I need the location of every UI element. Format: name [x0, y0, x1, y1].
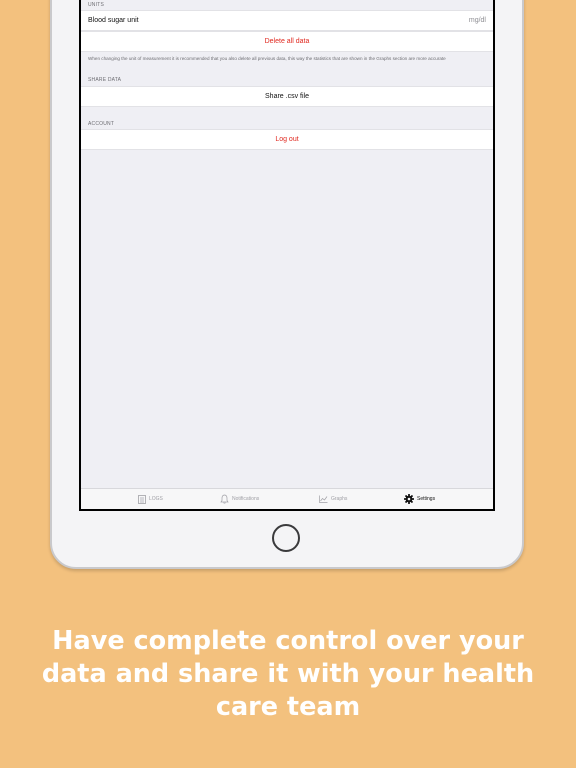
units-section-header: UNITS: [88, 2, 104, 8]
share-csv-button[interactable]: Share .csv file: [81, 86, 493, 107]
blood-sugar-unit-label: Blood sugar unit: [88, 17, 139, 24]
tab-settings[interactable]: Settings: [404, 494, 435, 504]
tab-graphs[interactable]: Graphs: [319, 494, 347, 504]
promo-caption: Have complete control over your data and…: [41, 626, 535, 722]
tab-logs-label: LOGS: [149, 496, 163, 502]
tab-logs[interactable]: LOGS: [138, 494, 163, 504]
tab-bar: LOGS Notifications Graphs Settings: [81, 488, 493, 509]
bell-icon: [220, 494, 229, 504]
units-footnote: When changing the unit of measurement it…: [88, 56, 446, 61]
log-out-button[interactable]: Log out: [81, 129, 493, 150]
blood-sugar-unit-row[interactable]: Blood sugar unit mg/dl: [81, 10, 493, 31]
gear-icon: [404, 494, 414, 504]
blood-sugar-unit-value: mg/dl: [468, 17, 486, 24]
logs-icon: [138, 494, 146, 504]
delete-all-data-button[interactable]: Delete all data: [81, 31, 493, 52]
tablet-screen: UNITS Blood sugar unit mg/dl Delete all …: [79, 0, 495, 511]
tab-graphs-label: Graphs: [331, 496, 348, 502]
account-section-header: ACCOUNT: [88, 121, 115, 127]
settings-screen: UNITS Blood sugar unit mg/dl Delete all …: [81, 0, 493, 509]
delete-all-data-label: Delete all data: [264, 38, 310, 45]
share-csv-label: Share .csv file: [265, 93, 309, 100]
share-data-section-header: SHARE DATA: [88, 77, 122, 83]
tab-notifications-label: Notifications: [232, 496, 260, 502]
graph-icon: [319, 495, 328, 503]
tab-notifications[interactable]: Notifications: [220, 494, 259, 504]
tab-settings-label: Settings: [417, 496, 436, 502]
home-button[interactable]: [272, 524, 300, 552]
log-out-label: Log out: [275, 136, 299, 143]
